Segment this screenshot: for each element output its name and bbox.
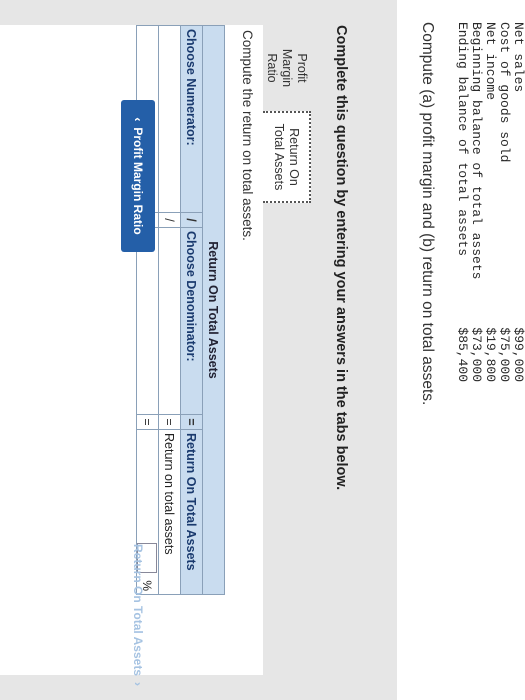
question-text: Compute (a) profit margin and (b) return… bbox=[419, 22, 436, 406]
denominator-input[interactable] bbox=[160, 231, 179, 411]
data-label: Net income bbox=[483, 22, 498, 101]
compute-instruction: Compute the return on total assets. bbox=[240, 30, 255, 241]
tab-profit-margin-ratio[interactable]: Profit Margin Ratio bbox=[263, 25, 311, 111]
numerator-header: Choose Numerator: bbox=[180, 25, 203, 213]
chevron-right-icon: › bbox=[131, 682, 145, 687]
screen: Net sales $99,000 Cost of goods sold $75… bbox=[0, 0, 525, 700]
data-row-cogs: Cost of goods sold $75,000 bbox=[497, 22, 512, 382]
tab-label-line: Profit Margin bbox=[280, 48, 310, 88]
tab-bar: Profit Margin Ratio Return On Total Asse… bbox=[263, 25, 311, 203]
equals-symbol: = bbox=[180, 414, 203, 430]
next-tab-button[interactable]: Return On Total Assets › bbox=[121, 540, 155, 690]
instruction-text: Complete this question by entering your … bbox=[333, 25, 349, 491]
data-label: Net sales bbox=[511, 22, 525, 93]
tab-return-on-total-assets[interactable]: Return On Total Assets bbox=[263, 111, 311, 203]
tab-label-line: Total Assets bbox=[272, 123, 286, 191]
equals-symbol: = bbox=[158, 414, 181, 430]
divide-symbol: / bbox=[158, 212, 181, 228]
chevron-left-icon: ‹ bbox=[131, 117, 145, 122]
denominator-select[interactable] bbox=[158, 227, 181, 415]
numerator-select[interactable] bbox=[158, 25, 181, 213]
data-row-net-income: Net income $19,800 bbox=[483, 22, 498, 382]
data-label: Cost of goods sold bbox=[497, 22, 512, 163]
result-label: Return on total assets bbox=[158, 429, 181, 595]
data-value: $85,400 bbox=[455, 327, 470, 382]
divide-symbol: / bbox=[180, 212, 203, 228]
denominator-value-cell[interactable] bbox=[136, 227, 159, 415]
data-value: $73,000 bbox=[469, 327, 484, 382]
prev-tab-button[interactable]: ‹ Profit Margin Ratio bbox=[121, 100, 155, 252]
result-header: Return On Total Assets bbox=[180, 429, 203, 595]
data-value: $99,000 bbox=[511, 327, 525, 382]
numerator-input[interactable] bbox=[160, 29, 179, 209]
tab-label-line: Return On bbox=[287, 128, 301, 186]
data-label: Ending balance of total assets bbox=[455, 22, 470, 257]
prev-tab-label: Profit Margin Ratio bbox=[131, 127, 145, 235]
data-row-end-assets: Ending balance of total assets $85,400 bbox=[455, 22, 470, 382]
data-label: Beginning balance of total assets bbox=[469, 22, 484, 280]
data-row-net-sales: Net sales $99,000 bbox=[511, 22, 525, 382]
tab-label-line: Ratio bbox=[265, 53, 280, 83]
table-title: Return On Total Assets bbox=[202, 25, 225, 595]
data-value: $19,800 bbox=[483, 327, 498, 382]
next-tab-label: Return On Total Assets bbox=[131, 543, 145, 677]
data-value: $75,000 bbox=[497, 327, 512, 382]
data-row-begin-assets: Beginning balance of total assets $73,00… bbox=[469, 22, 484, 382]
denominator-header: Choose Denominator: bbox=[180, 227, 203, 415]
given-data-table: Net sales $99,000 Cost of goods sold $75… bbox=[455, 22, 525, 382]
equals-symbol: = bbox=[136, 414, 159, 430]
denominator-value-input[interactable] bbox=[138, 231, 157, 411]
